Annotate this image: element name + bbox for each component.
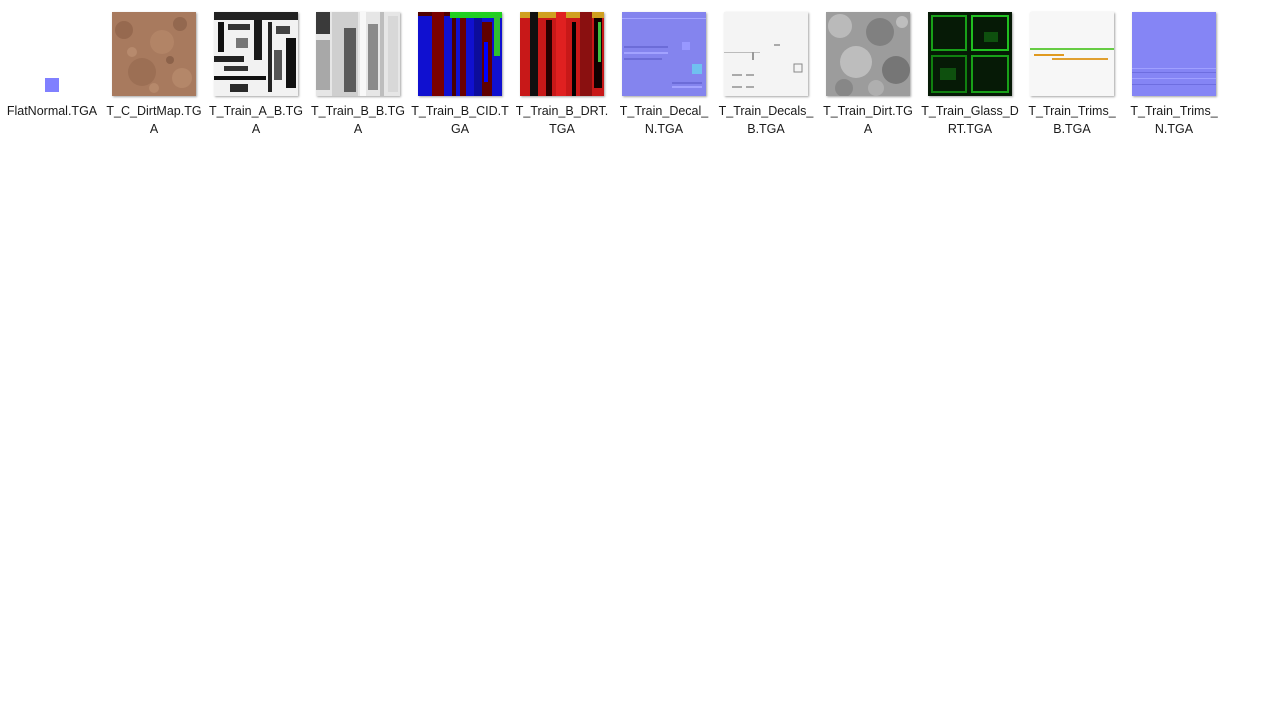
train-glass-drt-thumbnail	[928, 12, 1012, 96]
dirt-map-thumbnail	[112, 12, 196, 96]
file-item-train-dirt[interactable]: T_Train_Dirt.TGA	[817, 8, 919, 138]
train-a-b-thumbnail	[214, 12, 298, 96]
file-name: T_Train_Trims_N.TGA	[1130, 104, 1218, 136]
file-name: T_Train_B_CID.TGA	[411, 104, 509, 136]
file-item-dirtmap[interactable]: T_C_DirtMap.TGA	[103, 8, 205, 138]
file-name: T_Train_Decal_N.TGA	[619, 104, 709, 136]
train-decals-b-thumbnail	[724, 12, 808, 96]
file-name: T_Train_Glass_DRT.TGA	[921, 104, 1019, 136]
file-name: T_Train_A_B.TGA	[208, 104, 303, 136]
file-name: T_Train_B_B.TGA	[310, 104, 405, 136]
file-explorer-view: FlatNormal.TGA T_C_DirtMap.TGA T_Train_A…	[0, 0, 1280, 720]
file-name: T_C_DirtMap.TGA	[106, 104, 202, 136]
train-decal-n-thumbnail	[622, 12, 706, 96]
file-item-train-a-b[interactable]: T_Train_A_B.TGA	[205, 8, 307, 138]
file-item-train-decals-b[interactable]: T_Train_Decals_B.TGA	[715, 8, 817, 138]
train-b-drt-thumbnail	[520, 12, 604, 96]
train-dirt-thumbnail	[826, 12, 910, 96]
file-item-train-b-cid[interactable]: T_Train_B_CID.TGA	[409, 8, 511, 138]
file-item-train-decal-n[interactable]: T_Train_Decal_N.TGA	[613, 8, 715, 138]
file-name: FlatNormal.TGA	[6, 104, 98, 118]
file-name: T_Train_Dirt.TGA	[823, 104, 913, 136]
file-item-flatnormal[interactable]: FlatNormal.TGA	[1, 8, 103, 138]
file-item-train-trims-n[interactable]: T_Train_Trims_N.TGA	[1123, 8, 1225, 138]
train-b-b-thumbnail	[316, 12, 400, 96]
file-name: T_Train_Trims_B.TGA	[1028, 104, 1116, 136]
file-item-train-glass-drt[interactable]: T_Train_Glass_DRT.TGA	[919, 8, 1021, 138]
train-trims-b-thumbnail	[1030, 12, 1114, 96]
file-name: T_Train_B_DRT.TGA	[515, 104, 609, 136]
file-grid: FlatNormal.TGA T_C_DirtMap.TGA T_Train_A…	[1, 8, 1225, 138]
train-trims-n-thumbnail	[1132, 12, 1216, 96]
file-item-train-trims-b[interactable]: T_Train_Trims_B.TGA	[1021, 8, 1123, 138]
flat-normal-thumbnail	[45, 78, 59, 92]
file-name: T_Train_Decals_B.TGA	[718, 104, 814, 136]
file-item-train-b-drt[interactable]: T_Train_B_DRT.TGA	[511, 8, 613, 138]
train-b-cid-thumbnail	[418, 12, 502, 96]
file-item-train-b-b[interactable]: T_Train_B_B.TGA	[307, 8, 409, 138]
